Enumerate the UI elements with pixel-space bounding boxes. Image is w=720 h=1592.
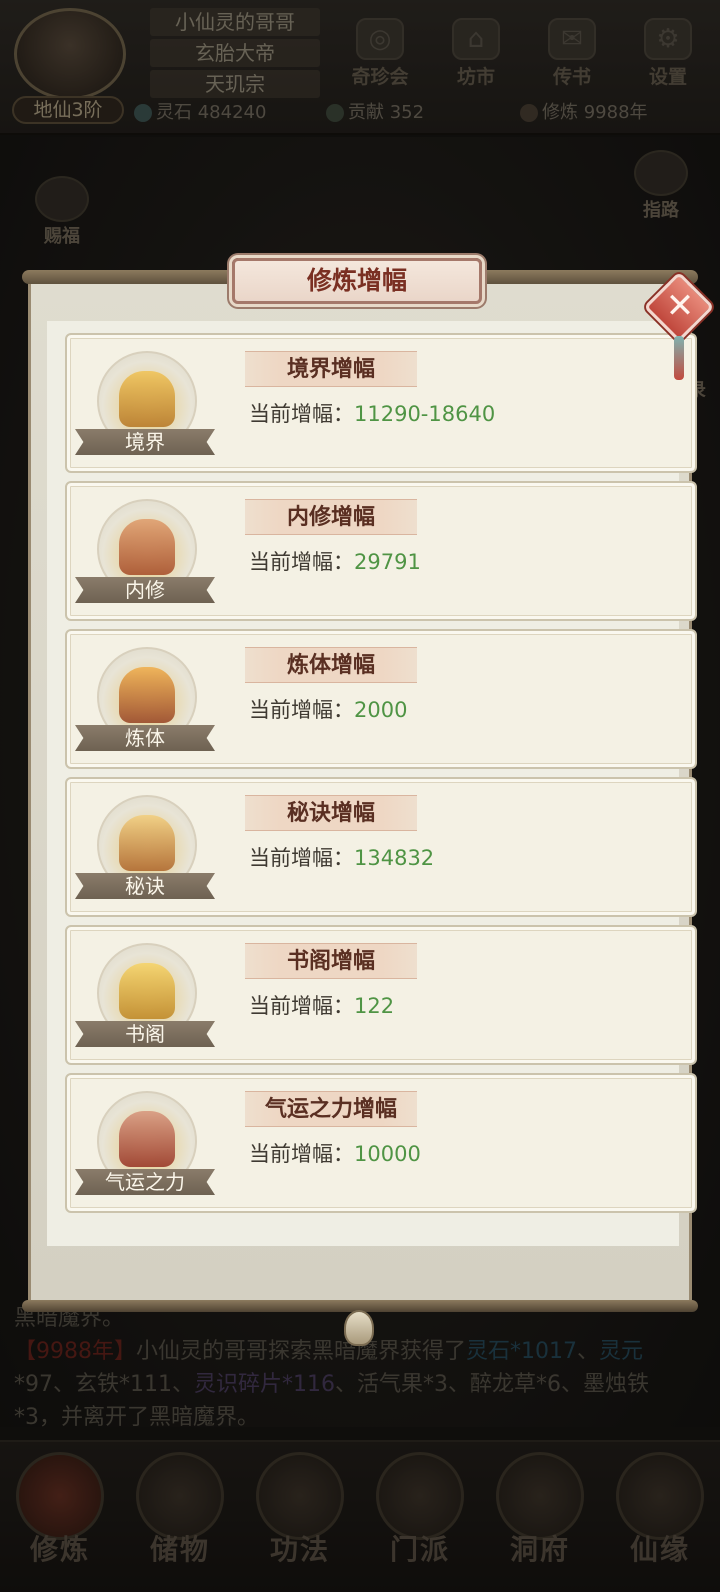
- emblem-label: 境界: [75, 429, 215, 455]
- amp-label: 当前增幅：: [249, 402, 354, 426]
- card-amplification: 当前增幅：134832: [249, 843, 434, 873]
- amp-label: 当前增幅：: [249, 846, 354, 870]
- card-heading: 内修增幅: [245, 499, 417, 535]
- modal-scroll-paper: 境界 境界增幅 当前增幅：11290-18640 内修 内修增幅 当前增幅：29…: [28, 278, 697, 1308]
- close-icon[interactable]: ✕: [662, 286, 698, 326]
- card-amplification: 当前增幅：11290-18640: [249, 399, 495, 429]
- amp-value: 29791: [354, 550, 421, 574]
- emblem-label: 书阁: [75, 1021, 215, 1047]
- card-heading: 境界增幅: [245, 351, 417, 387]
- boost-card-realm: 境界 境界增幅 当前增幅：11290-18640: [65, 333, 697, 473]
- bell-ornament: [344, 1310, 374, 1346]
- amp-value: 11290-18640: [354, 402, 496, 426]
- boost-card-inner: 内修 内修增幅 当前增幅：29791: [65, 481, 697, 621]
- card-heading: 气运之力增幅: [245, 1091, 417, 1127]
- amp-value: 134832: [354, 846, 435, 870]
- card-amplification: 当前增幅：122: [249, 991, 394, 1021]
- card-amplification: 当前增幅：10000: [249, 1139, 421, 1169]
- amp-label: 当前增幅：: [249, 1142, 354, 1166]
- boost-card-body: 炼体 炼体增幅 当前增幅：2000: [65, 629, 697, 769]
- amp-value: 10000: [354, 1142, 421, 1166]
- card-heading: 秘诀增幅: [245, 795, 417, 831]
- tassel-ornament: [674, 336, 684, 380]
- boost-card-library: 书阁 书阁增幅 当前增幅：122: [65, 925, 697, 1065]
- emblem-label: 气运之力: [75, 1169, 215, 1195]
- modal-content: 境界 境界增幅 当前增幅：11290-18640 内修 内修增幅 当前增幅：29…: [47, 321, 697, 1246]
- boost-card-fortune: 气运之力 气运之力增幅 当前增幅：10000: [65, 1073, 697, 1213]
- amp-value: 122: [354, 994, 395, 1018]
- amp-label: 当前增幅：: [249, 994, 354, 1018]
- card-amplification: 当前增幅：2000: [249, 695, 407, 725]
- cultivation-boost-modal: 境界 境界增幅 当前增幅：11290-18640 内修 内修增幅 当前增幅：29…: [22, 258, 715, 1346]
- emblem-label: 炼体: [75, 725, 215, 751]
- boost-card-secret: 秘诀 秘诀增幅 当前增幅：134832: [65, 777, 697, 917]
- amp-label: 当前增幅：: [249, 698, 354, 722]
- amp-value: 2000: [354, 698, 408, 722]
- card-amplification: 当前增幅：29791: [249, 547, 421, 577]
- card-heading: 炼体增幅: [245, 647, 417, 683]
- modal-title: 修炼增幅: [232, 258, 482, 304]
- emblem-label: 秘诀: [75, 873, 215, 899]
- emblem-label: 内修: [75, 577, 215, 603]
- card-heading: 书阁增幅: [245, 943, 417, 979]
- amp-label: 当前增幅：: [249, 550, 354, 574]
